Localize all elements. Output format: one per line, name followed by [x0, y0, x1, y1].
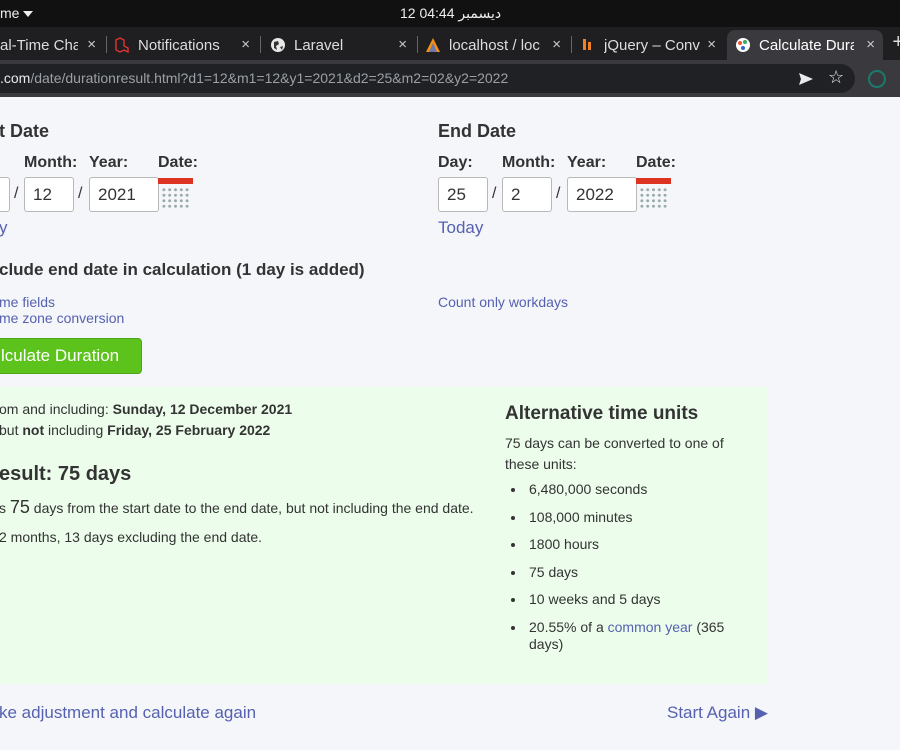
address-bar[interactable]: .com/date/durationresult.html?d1=12&m1=1… — [0, 64, 855, 93]
list-item: 75 days — [505, 564, 745, 581]
end-date-label: Date: — [636, 154, 677, 171]
clock[interactable]: 12 ديسمبر 04:44 — [400, 5, 501, 22]
calendar-icon[interactable] — [636, 178, 671, 211]
close-icon[interactable]: × — [398, 36, 407, 53]
bookmark-star-icon[interactable]: ☆ — [828, 67, 844, 88]
tab-label: Laravel — [294, 36, 344, 54]
tab-jquery[interactable]: jQuery – Conv × — [580, 30, 724, 60]
list-item: 6,480,000 seconds — [505, 481, 745, 498]
end-month-label: Month: — [502, 154, 556, 171]
end-today-link[interactable]: Today — [438, 218, 483, 238]
browser-toolbar: .com/date/durationresult.html?d1=12&m1=1… — [0, 60, 900, 97]
tab-realtime-chat[interactable]: al-Time Cha × — [0, 30, 104, 60]
stack-icon — [583, 39, 591, 50]
extension-icon[interactable] — [868, 70, 886, 88]
alt-units-heading: Alternative time units — [505, 403, 699, 424]
to-line: but not including Friday, 25 February 20… — [0, 422, 270, 438]
common-year-suffix: (365 — [692, 618, 725, 635]
start-month-input[interactable]: 12 — [24, 177, 74, 212]
laravel-icon — [115, 37, 129, 53]
line1-prefix: s — [0, 500, 10, 516]
close-icon[interactable]: × — [866, 36, 875, 53]
url-path: /date/durationresult.html?d1=12&m1=12&y1… — [30, 70, 509, 86]
tab-calculate-duration[interactable]: Calculate Dura × — [727, 30, 883, 60]
start-day-input[interactable] — [0, 177, 10, 212]
new-tab-button[interactable]: + — [892, 31, 900, 54]
result-heading: esult: 75 days — [0, 463, 132, 485]
start-month-label: Month: — [24, 154, 78, 171]
tab-label: jQuery – Conv — [604, 36, 700, 54]
from-line: om and including: Sunday, 12 December 20… — [0, 401, 292, 417]
globe-icon — [271, 38, 285, 52]
tab-strip: al-Time Cha × Notifications × Laravel × … — [0, 27, 900, 60]
tab-laravel[interactable]: Laravel × — [270, 30, 415, 60]
separator: / — [492, 185, 497, 202]
tab-label: Notifications — [138, 36, 220, 54]
end-day-label: Day: — [438, 154, 473, 171]
list-item: 10 weeks and 5 days — [505, 591, 745, 608]
time-zone-link[interactable]: me zone conversion — [0, 310, 124, 326]
alt-intro-1: 75 days can be converted to one of — [505, 435, 724, 451]
to-mid: including — [44, 422, 108, 438]
tab-label: localhost / loc — [449, 36, 540, 54]
separator: / — [78, 185, 83, 202]
start-date-label: Date: — [158, 154, 199, 171]
time-fields-link[interactable]: me fields — [0, 294, 55, 310]
include-end-date-checkbox[interactable]: clude end date in calculation (1 day is … — [0, 260, 365, 280]
result-line-2: 2 months, 13 days excluding the end date… — [0, 529, 263, 545]
line1-suffix: days from the start date to the end date… — [29, 500, 474, 516]
to-not: not — [22, 422, 45, 438]
list-item: 1800 hours — [505, 536, 745, 553]
close-icon[interactable]: × — [707, 36, 716, 53]
close-icon[interactable]: × — [87, 36, 96, 53]
to-prefix: but — [0, 422, 23, 438]
app-menu-label: me — [0, 5, 20, 21]
end-month-input[interactable]: 2 — [502, 177, 552, 212]
phpmyadmin-sail-icon — [426, 38, 440, 52]
tab-phpmyadmin[interactable]: localhost / loc × — [425, 30, 569, 60]
start-again-link[interactable]: Start Again ▶ — [667, 703, 768, 723]
tab-label: Calculate Dura — [759, 36, 854, 54]
start-year-input[interactable]: 2021 — [89, 177, 159, 212]
end-date-heading: End Date — [438, 121, 517, 141]
result-line-1: s 75 days from the start date to the end… — [0, 497, 474, 518]
result-panel: om and including: Sunday, 12 December 20… — [0, 387, 768, 684]
separator: / — [14, 185, 19, 202]
tab-label: al-Time Cha — [0, 36, 78, 54]
calculate-duration-button[interactable]: lculate Duration — [0, 338, 142, 374]
tab-notifications[interactable]: Notifications × — [114, 30, 258, 60]
list-item: 20.55% of a common year (365 days) — [505, 619, 745, 653]
url-text[interactable]: .com/date/durationresult.html?d1=12&m1=1… — [0, 70, 508, 86]
end-year-label: Year: — [567, 154, 607, 171]
from-date: Sunday, 12 December 2021 — [112, 401, 293, 417]
start-date-heading: t Date — [0, 121, 50, 141]
close-icon[interactable]: × — [552, 36, 561, 53]
separator: / — [556, 185, 561, 202]
url-host: .com — [0, 70, 31, 86]
timeanddate-icon — [736, 38, 750, 52]
count-workdays-link[interactable]: Count only workdays — [438, 294, 568, 310]
line1-num: 75 — [9, 497, 30, 517]
start-year-label: Year: — [89, 154, 129, 171]
common-year-suffix-2: days) — [529, 635, 564, 652]
alt-units-list: 6,480,000 seconds 108,000 minutes 1800 h… — [505, 481, 745, 663]
calendar-icon[interactable] — [158, 178, 193, 211]
to-date: Friday, 25 February 2022 — [107, 422, 271, 438]
list-item: 108,000 minutes — [505, 509, 745, 526]
page-content: t Date Month: Year: Date: / 12 / 2021 y … — [0, 97, 900, 750]
send-icon[interactable] — [798, 71, 814, 87]
alt-intro-2: these units: — [505, 456, 577, 472]
caret-down-icon — [23, 11, 34, 18]
from-prefix: om and including: — [0, 401, 113, 417]
activities-menu[interactable]: me — [0, 5, 34, 21]
common-year-link[interactable]: common year — [608, 619, 693, 635]
os-top-bar: me 12 ديسمبر 04:44 — [0, 0, 900, 27]
end-day-input[interactable]: 25 — [438, 177, 488, 212]
close-icon[interactable]: × — [241, 36, 250, 53]
common-year-prefix: 20.55% of a — [529, 618, 608, 635]
start-today-link[interactable]: y — [0, 218, 8, 238]
end-year-input[interactable]: 2022 — [567, 177, 637, 212]
adjust-calculate-link[interactable]: ke adjustment and calculate again — [0, 703, 256, 723]
